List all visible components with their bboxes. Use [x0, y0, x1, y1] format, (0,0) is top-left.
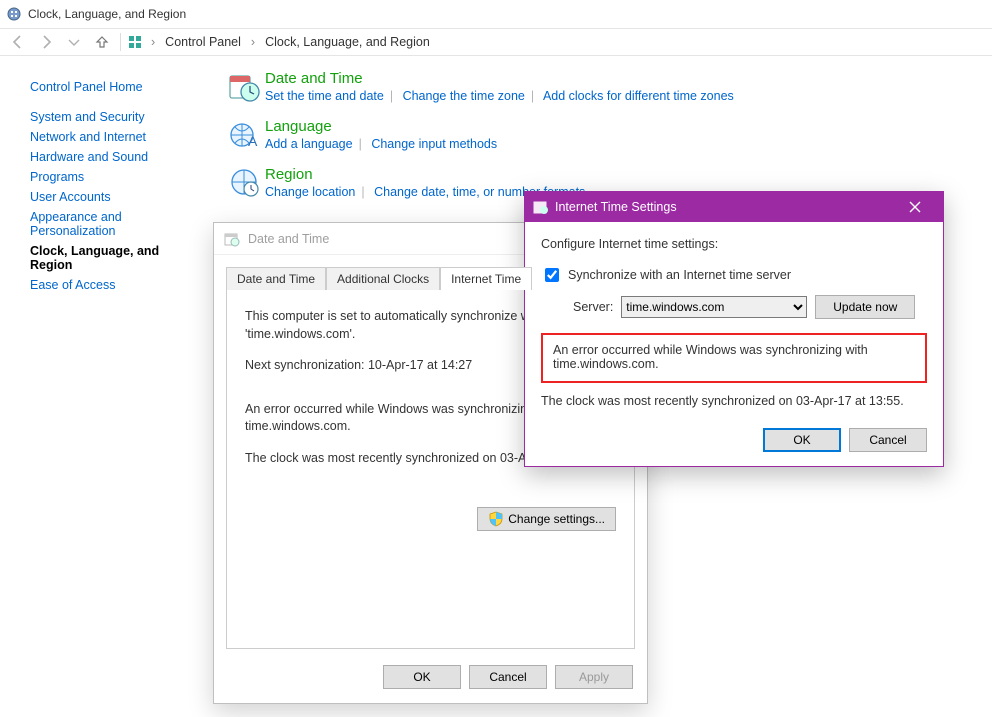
- link-change-location[interactable]: Change location: [265, 185, 355, 199]
- region-heading[interactable]: Region: [265, 166, 585, 183]
- language-heading[interactable]: Language: [265, 118, 497, 135]
- sidebar-item-clock[interactable]: Clock, Language, and Region: [30, 244, 201, 272]
- ok-button[interactable]: OK: [763, 428, 841, 452]
- close-button[interactable]: [895, 192, 935, 222]
- shield-icon: [488, 511, 504, 527]
- dialog2-buttons: OK Cancel: [525, 422, 943, 466]
- dialog-buttons: OK Cancel Apply: [214, 661, 647, 701]
- category-datetime: Date and Time Set the time and date| Cha…: [225, 70, 982, 110]
- dialog2-title: Internet Time Settings: [555, 200, 677, 214]
- divider: [120, 33, 121, 51]
- tab-additional-clocks[interactable]: Additional Clocks: [326, 267, 440, 290]
- sidebar-item-appearance[interactable]: Appearance and Personalization: [30, 210, 160, 238]
- cancel-button[interactable]: Cancel: [469, 665, 547, 689]
- server-label: Server:: [573, 300, 613, 314]
- link-add-lang[interactable]: Add a language: [265, 137, 353, 151]
- breadcrumb-icon: [127, 34, 143, 50]
- window-title: Clock, Language, and Region: [28, 7, 186, 21]
- sidebar-item-system[interactable]: System and Security: [30, 110, 201, 124]
- chevron-right-icon: ›: [247, 35, 259, 49]
- server-select[interactable]: time.windows.com: [621, 296, 807, 318]
- ok-button[interactable]: OK: [383, 665, 461, 689]
- update-now-button[interactable]: Update now: [815, 295, 915, 319]
- clock-calendar-icon: [225, 70, 265, 110]
- sync-checkbox-label: Synchronize with an Internet time server: [568, 268, 791, 282]
- datetime-heading[interactable]: Date and Time: [265, 70, 734, 87]
- sidebar-item-hardware[interactable]: Hardware and Sound: [30, 150, 201, 164]
- link-input-methods[interactable]: Change input methods: [371, 137, 497, 151]
- tab-internet-time[interactable]: Internet Time: [440, 267, 532, 290]
- dialog-title: Date and Time: [248, 232, 329, 246]
- internet-time-dialog: Internet Time Settings Configure Interne…: [524, 191, 944, 467]
- link-set-time-date[interactable]: Set the time and date: [265, 89, 384, 103]
- sidebar-item-network[interactable]: Network and Internet: [30, 130, 201, 144]
- apply-button[interactable]: Apply: [555, 665, 633, 689]
- back-button[interactable]: [6, 30, 30, 54]
- change-settings-button[interactable]: Change settings...: [477, 507, 616, 531]
- sidebar-item-programs[interactable]: Programs: [30, 170, 201, 184]
- close-icon: [909, 201, 921, 213]
- calendar-icon: [224, 231, 240, 247]
- category-language: A Language Add a language| Change input …: [225, 118, 982, 158]
- dialog2-titlebar[interactable]: Internet Time Settings: [525, 192, 943, 222]
- sidebar-item-ease[interactable]: Ease of Access: [30, 278, 201, 292]
- sidebar-item-users[interactable]: User Accounts: [30, 190, 201, 204]
- sidebar-item-home[interactable]: Control Panel Home: [30, 80, 201, 94]
- change-settings-label: Change settings...: [508, 512, 605, 526]
- language-icon: A: [225, 118, 265, 158]
- sidebar: Control Panel Home System and Security N…: [0, 56, 215, 316]
- last-sync-text: The clock was most recently synchronized…: [541, 393, 927, 410]
- up-button[interactable]: [90, 30, 114, 54]
- crumb-control-panel[interactable]: Control Panel: [163, 33, 243, 51]
- configure-text: Configure Internet time settings:: [541, 236, 927, 253]
- error-highlight-box: An error occurred while Windows was sync…: [541, 333, 927, 383]
- main-titlebar: Clock, Language, and Region: [0, 0, 992, 28]
- cancel-button[interactable]: Cancel: [849, 428, 927, 452]
- error-message: An error occurred while Windows was sync…: [553, 343, 868, 371]
- app-icon: [6, 6, 22, 22]
- crumb-clock-language-region[interactable]: Clock, Language, and Region: [263, 33, 432, 51]
- sync-checkbox[interactable]: [545, 268, 559, 282]
- recent-dropdown[interactable]: [62, 30, 86, 54]
- dialog2-body: Configure Internet time settings: Synchr…: [525, 222, 943, 422]
- chevron-right-icon: ›: [147, 35, 159, 49]
- calendar-icon: [533, 199, 549, 215]
- svg-text:A: A: [248, 133, 258, 149]
- forward-button[interactable]: [34, 30, 58, 54]
- tab-date-time[interactable]: Date and Time: [226, 267, 326, 290]
- nav-toolbar: › Control Panel › Clock, Language, and R…: [0, 28, 992, 56]
- link-change-tz[interactable]: Change the time zone: [403, 89, 525, 103]
- link-add-clocks[interactable]: Add clocks for different time zones: [543, 89, 734, 103]
- globe-clock-icon: [225, 166, 265, 206]
